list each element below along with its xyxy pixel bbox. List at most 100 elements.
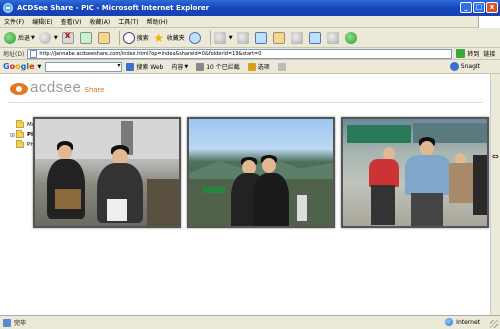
stop-button[interactable] xyxy=(61,30,76,46)
search-web-icon xyxy=(126,62,135,71)
thumbnail-grid xyxy=(33,117,490,228)
folder-icon xyxy=(16,130,24,138)
options-icon xyxy=(247,62,256,71)
discuss-icon xyxy=(272,31,285,44)
print-icon xyxy=(236,31,249,44)
folder-icon xyxy=(16,120,24,128)
google-logo: Google xyxy=(3,62,35,71)
page-icon xyxy=(30,49,38,58)
resize-grip-icon[interactable] xyxy=(490,320,498,328)
mail-button[interactable]: ▼ xyxy=(213,30,233,46)
favorites-label: 收藏夹 xyxy=(166,35,185,42)
forward-button[interactable]: ▼ xyxy=(38,30,58,46)
menu-help[interactable]: 帮助(H) xyxy=(147,17,168,26)
address-input[interactable]: http://jannabe.acdseeshare.com/index.htm… xyxy=(27,48,453,59)
mouse-cursor-icon: ⇔ xyxy=(492,152,499,161)
home-button[interactable] xyxy=(97,30,112,46)
pencil-icon[interactable] xyxy=(277,62,286,71)
address-bar: 地址(D) http://jannabe.acdseeshare.com/ind… xyxy=(0,48,500,60)
status-text: 完毕 xyxy=(14,320,27,327)
menu-view[interactable]: 查看(V) xyxy=(61,17,82,26)
links-button[interactable]: 链接 xyxy=(483,49,495,58)
page-done-icon xyxy=(3,318,11,327)
go-button[interactable]: 转到 xyxy=(456,49,479,58)
minimize-button[interactable]: _ xyxy=(460,2,472,13)
window-controls: _ □ x xyxy=(460,2,498,13)
snagit-label: SnagIt xyxy=(460,63,480,70)
chevron-down-icon[interactable]: ▼ xyxy=(38,64,42,70)
snagit-button[interactable]: SnagIt xyxy=(449,62,480,71)
web-content-button[interactable]: 内容 ▼ xyxy=(171,62,189,72)
media-button[interactable] xyxy=(326,30,341,46)
search-label: 搜索 xyxy=(136,35,149,42)
messenger-icon xyxy=(290,31,303,44)
search-web-label: 搜索 Web xyxy=(136,64,164,71)
chevron-down-icon: ▼ xyxy=(184,63,189,70)
close-button[interactable]: x xyxy=(486,2,498,13)
photo-thumbnail[interactable] xyxy=(341,117,489,228)
refresh-button[interactable] xyxy=(79,30,94,46)
star-icon: ★ xyxy=(153,30,165,45)
logo-text: acdsee xyxy=(30,79,82,96)
web-content-label: 内容 xyxy=(171,64,184,71)
back-button[interactable]: 后退 ▼ xyxy=(4,30,35,46)
research-button[interactable] xyxy=(308,30,323,46)
status-bar: 完毕 Internet xyxy=(0,315,500,329)
popup-blocker-button[interactable]: 10 个已拦截 xyxy=(196,62,240,71)
forward-arrow-icon xyxy=(38,31,51,44)
address-label: 地址(D) xyxy=(3,51,25,58)
chevron-down-icon[interactable]: ▼ xyxy=(31,35,35,41)
toolbar-separator xyxy=(118,30,120,45)
extra-button[interactable] xyxy=(344,30,359,46)
stop-icon xyxy=(61,31,74,44)
messenger-button[interactable] xyxy=(290,30,305,46)
extra-tool-icon xyxy=(344,31,357,44)
search-button[interactable]: 搜索 xyxy=(122,30,149,46)
go-label: 转到 xyxy=(467,51,480,58)
snagit-icon xyxy=(449,62,459,71)
chevron-down-icon[interactable]: ▼ xyxy=(54,35,58,41)
window-title: ACDSee Share - PIC - Microsoft Internet … xyxy=(17,4,210,12)
options-label: 选项 xyxy=(257,64,270,71)
discuss-button[interactable] xyxy=(272,30,287,46)
menu-edit[interactable]: 编辑(E) xyxy=(32,17,52,26)
logo-sub: Share xyxy=(84,86,105,94)
search-icon xyxy=(122,31,135,44)
title-bar: ACDSee Share - PIC - Microsoft Internet … xyxy=(0,0,500,16)
google-toolbar: Google ▼ 搜索 Web 内容 ▼ 10 个已拦截 选项 SnagIt xyxy=(0,60,500,74)
google-search-input[interactable] xyxy=(45,61,123,72)
security-zone: Internet xyxy=(445,318,480,326)
menu-file[interactable]: 文件(F) xyxy=(4,17,24,26)
address-url: http://jannabe.acdseeshare.com/index.htm… xyxy=(39,50,262,57)
popup-blocked-icon xyxy=(196,62,205,71)
acdsee-share-logo[interactable]: acdsee Share xyxy=(10,79,105,96)
globe-icon xyxy=(445,318,454,326)
go-arrow-icon xyxy=(456,49,466,58)
photo-thumbnail[interactable] xyxy=(187,117,335,228)
print-button[interactable] xyxy=(236,30,251,46)
back-label: 后退 xyxy=(18,35,31,42)
chevron-down-icon[interactable]: ▼ xyxy=(229,35,233,41)
search-web-button[interactable]: 搜索 Web xyxy=(126,62,163,71)
toolbar-separator xyxy=(209,30,211,45)
favorites-button[interactable]: ★ 收藏夹 xyxy=(153,30,185,46)
history-icon xyxy=(188,31,201,44)
folder-icon xyxy=(16,140,24,148)
header-divider xyxy=(8,102,483,103)
vertical-scrollbar[interactable] xyxy=(490,74,500,315)
refresh-icon xyxy=(79,31,92,44)
media-icon xyxy=(326,31,339,44)
home-icon xyxy=(97,31,110,44)
edit-icon xyxy=(254,31,267,44)
edit-button[interactable] xyxy=(254,30,269,46)
menu-bar: 文件(F) 编辑(E) 查看(V) 收藏(A) 工具(T) 帮助(H) xyxy=(0,16,500,28)
page-content: acdsee Share Movie Star ⊞ PIC Photo 1 2 … xyxy=(0,74,490,315)
history-button[interactable] xyxy=(188,30,203,46)
acdsee-eye-icon xyxy=(10,83,28,95)
menu-tools[interactable]: 工具(T) xyxy=(118,17,138,26)
options-button[interactable]: 选项 xyxy=(247,62,270,71)
back-arrow-icon xyxy=(4,31,16,44)
photo-thumbnail[interactable] xyxy=(33,117,181,228)
maximize-button[interactable]: □ xyxy=(473,2,485,13)
menu-favorites[interactable]: 收藏(A) xyxy=(89,17,110,26)
